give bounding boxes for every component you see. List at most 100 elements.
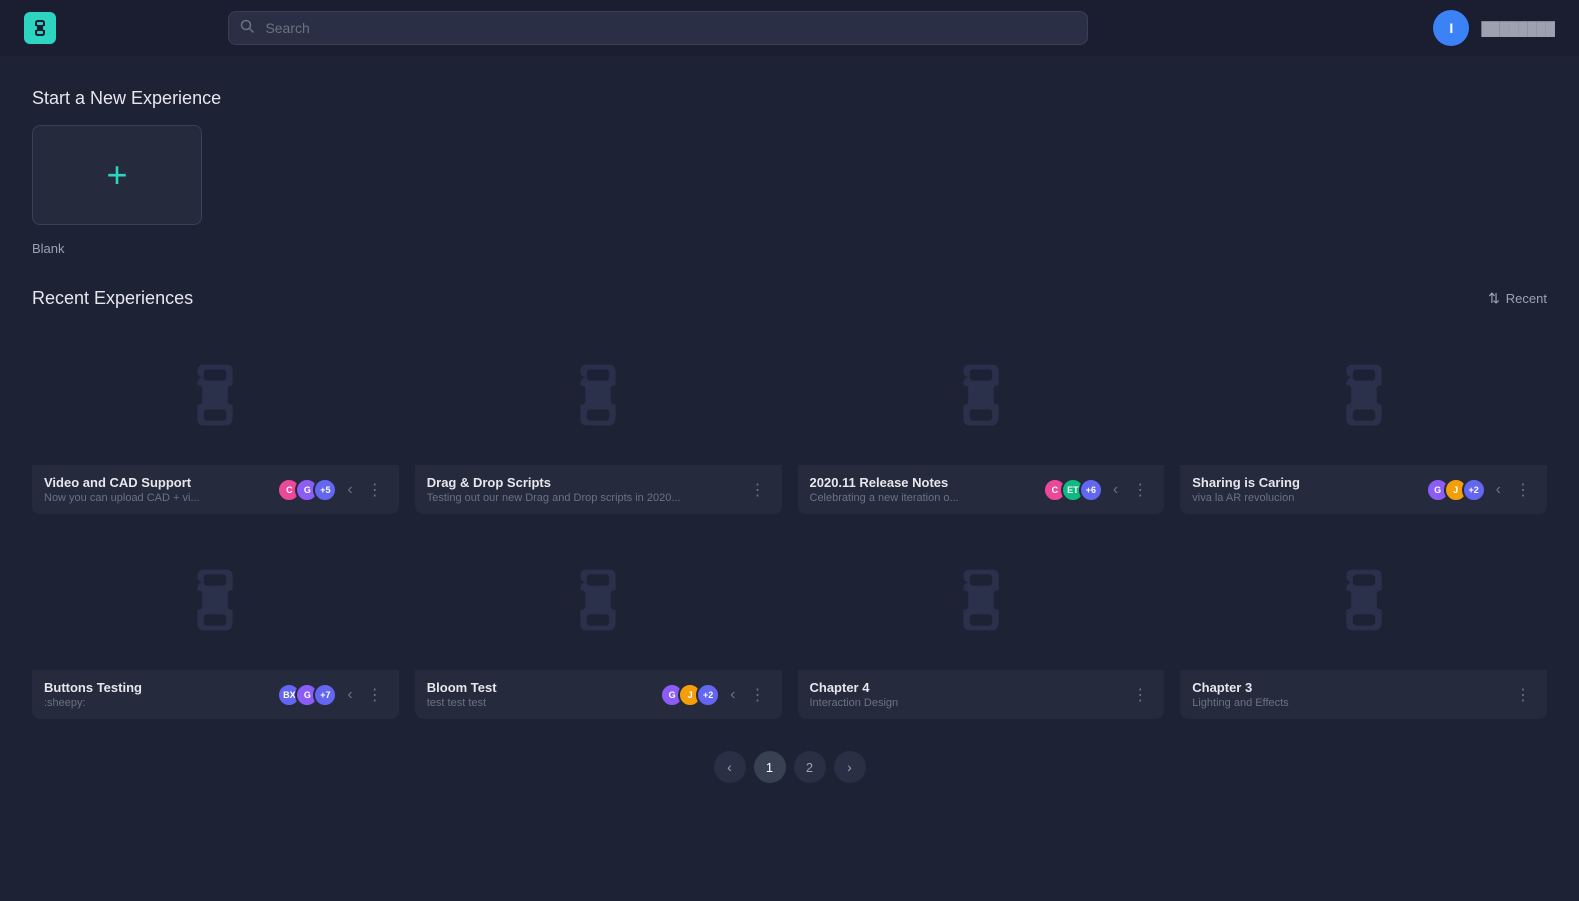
mini-avatar: +5 — [313, 478, 337, 502]
card-title: Chapter 3 — [1192, 680, 1503, 695]
blank-card-label: Blank — [32, 241, 65, 256]
avatar[interactable]: I — [1433, 10, 1469, 46]
avatar-group: GJ+2 — [1426, 478, 1486, 502]
experience-card[interactable]: Bloom Test test test test GJ+2 ‹ ⋮ — [415, 530, 782, 719]
more-menu-icon[interactable]: ⋮ — [363, 478, 387, 502]
user-area: I ████████ — [1433, 10, 1555, 46]
card-text: Chapter 4Interaction Design — [810, 680, 1121, 709]
card-info: Drag & Drop Scripts Testing out our new D… — [415, 465, 782, 514]
mini-avatar: +2 — [696, 683, 720, 707]
card-text: 2020.11 Release Notes Celebrating a new i… — [810, 475, 1035, 504]
card-logo — [941, 355, 1021, 435]
card-subtitle: Testing out our new Drag and Drop script… — [427, 492, 738, 504]
experience-card[interactable]: Sharing is Caringviva la AR revolucion GJ… — [1180, 325, 1547, 514]
more-menu-icon[interactable]: ⋮ — [1128, 683, 1152, 707]
search-input[interactable] — [228, 11, 1088, 45]
avatar-group: CG+5 — [277, 478, 337, 502]
avatar-group: CET+6 — [1043, 478, 1103, 502]
user-name: ████████ — [1481, 21, 1555, 36]
search-icon — [240, 19, 254, 38]
card-thumbnail — [415, 325, 782, 465]
chevron-left-icon[interactable]: ‹ — [1109, 479, 1122, 501]
card-text: Bloom Test test test test — [427, 680, 652, 709]
card-actions: ⋮ — [1128, 683, 1152, 707]
chevron-left-icon[interactable]: ‹ — [343, 479, 356, 501]
pagination-next[interactable]: › — [834, 751, 866, 783]
more-menu-icon[interactable]: ⋮ — [746, 478, 770, 502]
recent-header: Recent Experiences ⇅ Recent — [32, 288, 1547, 309]
plus-icon: + — [106, 157, 127, 193]
mini-avatar: +7 — [313, 683, 337, 707]
card-actions: GJ+2 ‹ ⋮ — [660, 683, 769, 707]
card-thumbnail — [798, 325, 1165, 465]
experiences-grid: Video and CAD Support Now you can upload … — [32, 325, 1547, 719]
card-logo — [1324, 560, 1404, 640]
chevron-left-icon[interactable]: ‹ — [726, 684, 739, 706]
card-logo — [558, 560, 638, 640]
app-header: I ████████ — [0, 0, 1579, 56]
more-menu-icon[interactable]: ⋮ — [1511, 683, 1535, 707]
card-actions: BXG+7‹⋮ — [277, 683, 386, 707]
page-button[interactable]: 1 — [754, 751, 786, 783]
pagination-prev[interactable]: ‹ — [714, 751, 746, 783]
chevron-left-icon[interactable]: ‹ — [343, 684, 356, 706]
card-title: Buttons Testing — [44, 680, 269, 695]
more-menu-icon[interactable]: ⋮ — [1128, 478, 1152, 502]
card-subtitle: test test test — [427, 697, 652, 709]
chevron-left-icon[interactable]: ‹ — [1492, 479, 1505, 501]
card-info: Chapter 3 Lighting and Effects ⋮ — [1180, 670, 1547, 719]
card-info: Video and CAD Support Now you can upload … — [32, 465, 399, 514]
card-subtitle: :sheepy: — [44, 697, 269, 709]
card-thumbnail — [415, 530, 782, 670]
card-text: Sharing is Caringviva la AR revolucion — [1192, 475, 1417, 504]
card-actions: ⋮ — [746, 478, 770, 502]
card-subtitle: Now you can upload CAD + vi... — [44, 492, 269, 504]
app-logo — [24, 12, 56, 44]
card-title: Video and CAD Support — [44, 475, 269, 490]
card-thumbnail — [32, 530, 399, 670]
card-logo — [175, 560, 255, 640]
card-text: Drag & Drop Scripts Testing out our new D… — [427, 475, 738, 504]
experience-card[interactable]: Video and CAD Support Now you can upload … — [32, 325, 399, 514]
card-title: 2020.11 Release Notes — [810, 475, 1035, 490]
card-subtitle: Interaction Design — [810, 697, 1121, 709]
more-menu-icon[interactable]: ⋮ — [363, 683, 387, 707]
card-actions: CET+6 ‹ ⋮ — [1043, 478, 1152, 502]
card-logo — [558, 355, 638, 435]
card-info: Chapter 4Interaction Design ⋮ — [798, 670, 1165, 719]
experience-card[interactable]: Drag & Drop Scripts Testing out our new D… — [415, 325, 782, 514]
blank-card[interactable]: + — [32, 125, 202, 225]
sort-button[interactable]: ⇅ Recent — [1488, 290, 1547, 307]
card-title: Sharing is Caring — [1192, 475, 1417, 490]
card-logo — [1324, 355, 1404, 435]
card-subtitle: Celebrating a new iteration o... — [810, 492, 1035, 504]
recent-section: Recent Experiences ⇅ Recent Video and CA… — [32, 288, 1547, 719]
more-menu-icon[interactable]: ⋮ — [746, 683, 770, 707]
experience-card[interactable]: Chapter 3 Lighting and Effects ⋮ — [1180, 530, 1547, 719]
experience-card[interactable]: Chapter 4Interaction Design ⋮ — [798, 530, 1165, 719]
card-thumbnail — [1180, 530, 1547, 670]
card-info: Buttons Testing:sheepy:BXG+7‹⋮ — [32, 670, 399, 719]
pagination: ‹12› — [32, 751, 1547, 783]
card-title: Drag & Drop Scripts — [427, 475, 738, 490]
card-logo — [941, 560, 1021, 640]
card-thumbnail — [32, 325, 399, 465]
experience-card[interactable]: 2020.11 Release Notes Celebrating a new i… — [798, 325, 1165, 514]
mini-avatar: +2 — [1462, 478, 1486, 502]
card-thumbnail — [1180, 325, 1547, 465]
avatar-group: GJ+2 — [660, 683, 720, 707]
mini-avatar: +6 — [1079, 478, 1103, 502]
card-info: Bloom Test test test test GJ+2 ‹ ⋮ — [415, 670, 782, 719]
card-info: Sharing is Caringviva la AR revolucion GJ… — [1180, 465, 1547, 514]
page-button[interactable]: 2 — [794, 751, 826, 783]
experience-card[interactable]: Buttons Testing:sheepy:BXG+7‹⋮ — [32, 530, 399, 719]
card-info: 2020.11 Release Notes Celebrating a new i… — [798, 465, 1165, 514]
search-bar — [228, 11, 1088, 45]
card-thumbnail — [798, 530, 1165, 670]
new-experience-section: Start a New Experience + Blank — [32, 88, 1547, 256]
card-text: Video and CAD Support Now you can upload … — [44, 475, 269, 504]
card-title: Bloom Test — [427, 680, 652, 695]
card-subtitle: Lighting and Effects — [1192, 697, 1503, 709]
new-experience-title: Start a New Experience — [32, 88, 1547, 109]
more-menu-icon[interactable]: ⋮ — [1511, 478, 1535, 502]
